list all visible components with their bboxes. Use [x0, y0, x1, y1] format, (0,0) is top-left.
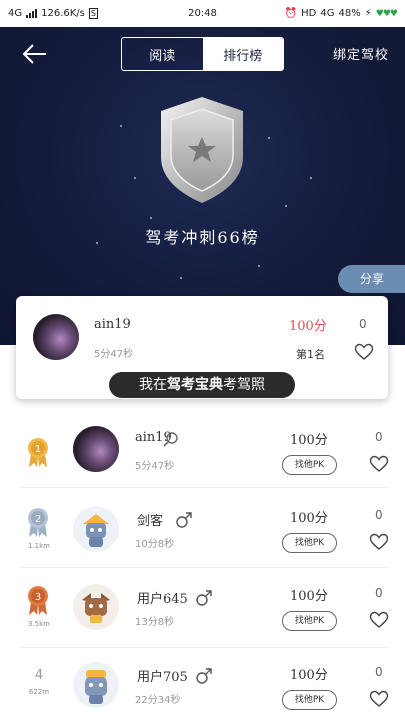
leaderboard-row[interactable]: 4 622m 用户705 22分34秒 100分 0 找他PK	[0, 648, 405, 720]
user-avatar[interactable]	[73, 426, 119, 472]
like-heart-icon[interactable]	[369, 533, 389, 551]
pk-button[interactable]: 找他PK	[282, 611, 337, 631]
my-time: 5分47秒	[94, 349, 134, 360]
pk-button[interactable]: 找他PK	[282, 533, 337, 553]
promo-banner: 我在驾考宝典考驾照	[109, 372, 295, 398]
network-label: 4G	[8, 8, 23, 19]
user-name: 剑客	[137, 514, 164, 529]
banner-brand: 驾考宝典	[167, 377, 223, 393]
rank-3-number: 3	[35, 592, 41, 603]
my-like-heart-icon[interactable]	[354, 343, 374, 361]
sim-badge: S	[88, 8, 98, 19]
user-time: 13分8秒	[135, 617, 175, 628]
like-heart-icon[interactable]	[369, 455, 389, 473]
user-time: 10分8秒	[135, 539, 175, 550]
status-bar: 4G 126.6K/s S 20:48 ⏰ HD 4G 48% ⚡ ♥♥♥	[0, 0, 405, 27]
share-button[interactable]: 分享	[338, 265, 405, 293]
likes-count: 0	[375, 586, 383, 600]
back-arrow-icon	[22, 44, 46, 64]
user-time: 5分47秒	[135, 461, 175, 472]
user-name: 用户645	[137, 592, 188, 607]
pk-button[interactable]: 找他PK	[282, 690, 337, 710]
my-likes-count: 0	[359, 317, 367, 331]
signal-icon	[26, 9, 38, 18]
distance-label: 622m	[28, 688, 50, 696]
my-username: ain19	[94, 317, 131, 332]
tab-reading[interactable]: 阅读	[122, 38, 203, 70]
rank-2-number: 2	[35, 514, 41, 525]
male-icon	[196, 668, 212, 684]
distance-label: 1.1km	[27, 542, 50, 550]
leaderboard-row[interactable]: 1 ain19 5分47秒 100分 0 找他PK	[0, 408, 405, 488]
gold-medal-icon: 1	[28, 438, 48, 467]
like-heart-icon[interactable]	[369, 690, 389, 708]
leaderboard-row[interactable]: 3 3.5km 用户645 13分8秒 100分 0 找他PK	[0, 568, 405, 648]
distance-label: 3.5km	[27, 620, 50, 628]
my-rank: 第1名	[296, 348, 325, 361]
user-avatar[interactable]	[73, 506, 119, 552]
user-score: 100分	[290, 433, 328, 448]
bronze-medal-icon: 3	[28, 586, 48, 615]
status-left: 4G 126.6K/s S	[8, 8, 98, 19]
pk-button[interactable]: 找他PK	[282, 455, 337, 475]
battery-percent: 48%	[338, 8, 361, 19]
search-icon	[163, 432, 178, 447]
user-name: 用户705	[137, 670, 188, 685]
back-button[interactable]	[20, 41, 50, 67]
bind-school-link[interactable]: 绑定驾校	[333, 44, 389, 63]
charging-icon: ⚡	[364, 8, 372, 19]
my-avatar[interactable]	[33, 314, 79, 360]
net-speed: 126.6K/s	[41, 8, 85, 19]
tab-switcher: 阅读 排行榜	[121, 37, 284, 71]
like-heart-icon[interactable]	[369, 611, 389, 629]
banner-suffix: 考驾照	[223, 377, 265, 393]
rank-number: 4	[34, 668, 44, 683]
rank-1-number: 1	[35, 444, 41, 455]
network2-label: 4G	[320, 8, 335, 19]
leaderboard-row[interactable]: 2 1.1km 剑客 10分8秒 100分 0 找他PK	[0, 488, 405, 568]
battery-hearts-icon: ♥♥♥	[375, 8, 398, 19]
user-avatar[interactable]	[73, 662, 119, 708]
male-icon	[196, 590, 212, 606]
likes-count: 0	[375, 430, 383, 444]
banner-prefix: 我在	[139, 377, 167, 393]
male-icon	[176, 512, 192, 528]
user-score: 100分	[290, 589, 328, 604]
likes-count: 0	[375, 665, 383, 679]
status-right: ⏰ HD 4G 48% ⚡ ♥♥♥	[284, 8, 398, 19]
hd-label: HD	[301, 8, 317, 19]
tab-leaderboard[interactable]: 排行榜	[202, 38, 283, 70]
likes-count: 0	[375, 508, 383, 522]
silver-medal-icon: 2	[28, 508, 48, 537]
shield-badge-icon	[161, 97, 243, 203]
alarm-icon: ⏰	[284, 8, 298, 19]
user-score: 100分	[290, 511, 328, 526]
user-score: 100分	[290, 668, 328, 683]
leaderboard-title: 驾考冲刺66榜	[145, 228, 260, 247]
user-time: 22分34秒	[135, 695, 181, 706]
my-score: 100分	[289, 319, 327, 334]
user-avatar[interactable]	[73, 584, 119, 630]
